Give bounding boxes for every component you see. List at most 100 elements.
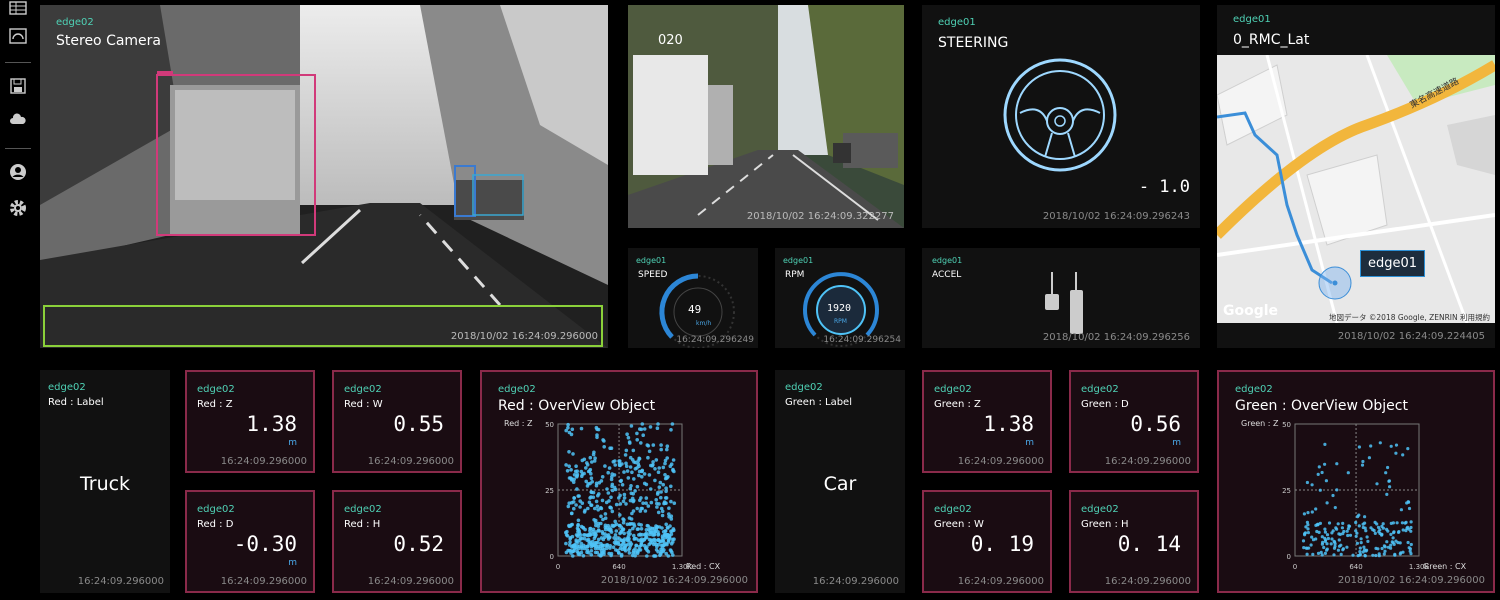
- rpm-panel: edge01 RPM 1920 RPM 16:24:09.296254: [775, 248, 905, 348]
- data-point: [596, 546, 600, 551]
- data-point: [1377, 552, 1381, 556]
- sidebar-divider: [5, 148, 31, 149]
- panel-title: 0_RMC_Lat: [1233, 32, 1310, 48]
- data-point: [1318, 488, 1322, 492]
- data-point: [1345, 545, 1349, 549]
- sidebar-divider: [5, 62, 31, 63]
- data-point: [624, 464, 629, 468]
- data-point: [573, 469, 578, 474]
- data-point: [597, 553, 601, 557]
- data-point: [656, 490, 660, 495]
- metric-value: 0. 14: [1117, 532, 1181, 556]
- save-icon[interactable]: [8, 78, 28, 98]
- data-point: [585, 484, 590, 488]
- data-point: [660, 513, 665, 518]
- data-point: [569, 468, 573, 472]
- panel-title: Red : H: [344, 519, 381, 530]
- data-point: [607, 466, 612, 470]
- data-point: [1323, 527, 1327, 531]
- gauge-icon[interactable]: [8, 28, 28, 48]
- data-point: [1326, 536, 1330, 541]
- data-point: [1323, 442, 1327, 446]
- data-point: [630, 470, 634, 475]
- map-attribution[interactable]: 地図データ ©2018 Google, ZENRIN 利用規約: [1329, 312, 1490, 323]
- data-point: [613, 459, 617, 463]
- data-point: [1365, 535, 1369, 539]
- data-point: [629, 424, 634, 428]
- cloud-icon[interactable]: [8, 112, 28, 132]
- data-point: [665, 542, 669, 547]
- data-point: [652, 533, 656, 537]
- data-point: [613, 487, 618, 492]
- data-point: [659, 447, 663, 452]
- data-point: [613, 463, 617, 467]
- rpm-unit: RPM: [834, 318, 847, 325]
- data-point: [617, 550, 621, 555]
- data-point: [593, 534, 597, 539]
- map-view[interactable]: [1217, 55, 1495, 323]
- data-point: [619, 479, 623, 483]
- data-point: [635, 431, 639, 436]
- data-point: [1378, 441, 1382, 445]
- data-point: [609, 495, 613, 500]
- data-point: [1334, 526, 1338, 530]
- data-point: [672, 528, 676, 533]
- data-point: [662, 500, 667, 504]
- data-point: [1305, 552, 1309, 556]
- data-point: [1406, 540, 1410, 545]
- grid-icon[interactable]: [8, 0, 28, 20]
- steering-wheel-icon: [1003, 58, 1117, 172]
- data-point: [641, 433, 645, 437]
- data-point: [600, 498, 605, 503]
- data-point: [581, 543, 586, 548]
- data-point: [578, 505, 582, 509]
- data-point: [571, 480, 576, 484]
- x-tick-label: 1.30K: [1409, 563, 1430, 571]
- data-point: [645, 548, 649, 552]
- label-value: Car: [823, 473, 857, 495]
- data-point: [1406, 447, 1410, 451]
- data-point: [628, 455, 633, 460]
- data-point: [631, 448, 636, 453]
- data-point: [1378, 531, 1382, 536]
- x-axis-label: Green : CX: [1423, 562, 1467, 571]
- metric-unit: m: [288, 438, 297, 448]
- y-tick-label: 0: [1287, 553, 1291, 561]
- data-point: [595, 504, 600, 509]
- data-point: [637, 522, 641, 527]
- gear-icon[interactable]: [8, 199, 28, 219]
- data-point: [593, 456, 597, 460]
- data-point: [580, 536, 584, 541]
- red-z-panel: edge02 Red : Z 1.38 m 16:24:09.296000: [185, 370, 315, 473]
- data-point: [1406, 525, 1410, 529]
- data-point: [608, 505, 613, 510]
- data-point: [657, 485, 662, 489]
- data-point: [632, 460, 636, 464]
- panel-tag: edge02: [934, 384, 972, 395]
- metric-value: 1.38: [246, 412, 297, 436]
- data-point: [645, 523, 650, 528]
- data-point: [1354, 534, 1358, 538]
- data-point: [593, 550, 598, 555]
- data-point: [1316, 472, 1320, 476]
- y-tick-label: 25: [545, 487, 554, 495]
- data-point: [1305, 480, 1309, 485]
- data-point: [1385, 492, 1389, 496]
- data-point: [619, 543, 623, 548]
- panel-tag: edge02: [197, 504, 235, 515]
- timestamp: 16:24:09.296000: [367, 576, 454, 587]
- data-point: [1335, 462, 1339, 466]
- data-point: [635, 506, 639, 511]
- data-point: [1358, 546, 1362, 550]
- timestamp: 2018/10/02 16:24:09.296000: [450, 331, 598, 342]
- data-point: [581, 554, 586, 558]
- data-point: [1320, 470, 1324, 475]
- metric-value: 0. 19: [970, 532, 1034, 556]
- data-point: [1371, 553, 1375, 557]
- data-point: [596, 493, 600, 498]
- data-point: [642, 538, 646, 542]
- user-icon[interactable]: [8, 163, 28, 183]
- data-point: [589, 503, 594, 507]
- stereo-camera-image: [40, 5, 608, 348]
- metric-value: 0.55: [393, 412, 444, 436]
